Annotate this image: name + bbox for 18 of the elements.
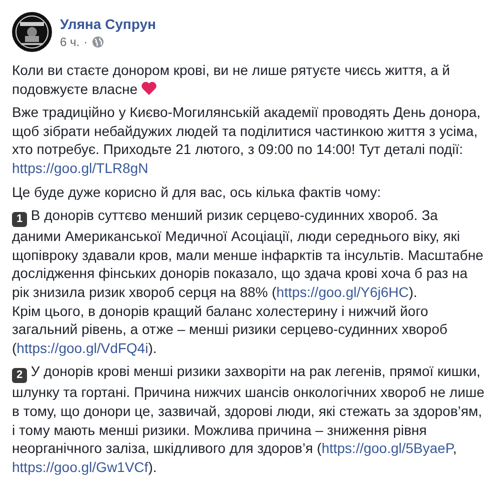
heart-icon bbox=[141, 80, 158, 96]
post-paragraph: Коли ви стаєте донором крові, ви не лише рятуєте чиєсь життя, а й подовжуєте власне bbox=[12, 61, 451, 98]
link[interactable]: https://goo.gl/VdFQ4i bbox=[16, 340, 148, 356]
link[interactable]: https://goo.gl/Gw1VCf bbox=[12, 458, 148, 475]
post-time[interactable]: 6 ч. bbox=[60, 35, 80, 49]
post-paragraph: Вже традиційно у Києво-Могилянській академії проводять День донора, щоб зібрати небайдужих людей та поділитися частинкою життя з усіма, хто потребує. Приходьте 21 лютого, з 09:00 по 14:00! Тут деталі події: https://goo.gl/TLR8gN bbox=[12, 103, 482, 178]
post-paragraph: 2 У донорів крові менші ризики захворіти на рак легенів, прямої кишки, шлунку та гортані. Причина нижчих шансів онкологічних хвороб не лише в тому, що донори це, зазвичай, здорові люди, які стежать за здоров’ям, і тому мають менші ризики. Можлива причина – зниження рівня неорганічного заліза, шкідливого для здоров’я (https://goo.gl/5ByaeP, https://goo.gl/Gw1VCf). bbox=[12, 362, 486, 476]
number-emoji: 1 bbox=[12, 212, 27, 228]
link[interactable]: https://goo.gl/Y6j6HC bbox=[276, 284, 409, 300]
link[interactable]: https://goo.gl/TLR8gN bbox=[12, 160, 148, 176]
post-paragraph: 1 В донорів суттєво менший ризик серцево-судинних хвороб. За даними Американської Медичної Асоціації, люди середнього віку, які щопівроку здавали кров, мали менше інфарктів та інсультів. Масштабне дослідження фінських донорів показало, що здача крові хоча б раз на рік знизила ризик хвороб серця на 88% (https://goo.gl/Y6j6HC). Крім цього, в донорів кращий баланс холестерину і нижчий його загальний рівень, а отже – менші ризики серцево-судинних хвороб (https://goo.gl/VdFQ4i). bbox=[12, 206, 484, 358]
author-name[interactable]: Уляна Супрун bbox=[60, 15, 156, 33]
globe-icon[interactable] bbox=[92, 36, 104, 48]
avatar[interactable] bbox=[12, 12, 52, 52]
link[interactable]: https://goo.gl/5ByaeP bbox=[322, 440, 453, 456]
post-paragraph: Це буде дуже корисно й для вас, ось кілька фактів чому: bbox=[12, 182, 382, 202]
separator-dot: · bbox=[84, 35, 88, 49]
number-emoji: 2 bbox=[12, 368, 27, 384]
